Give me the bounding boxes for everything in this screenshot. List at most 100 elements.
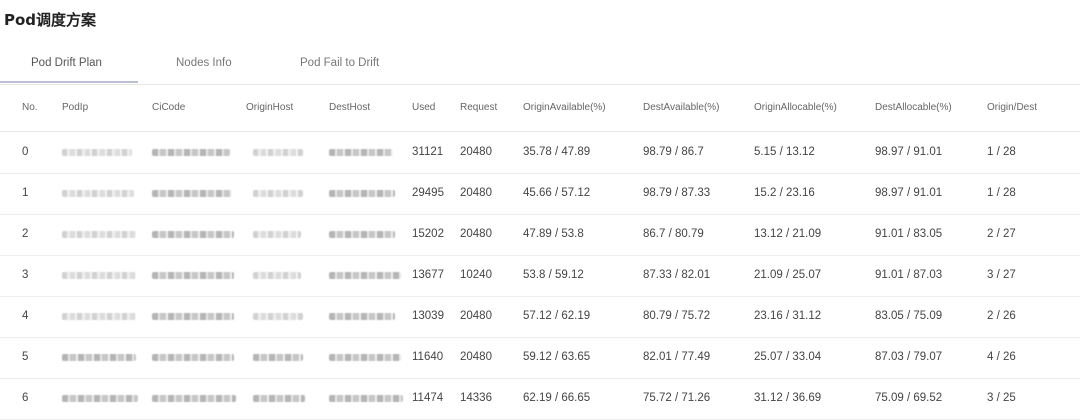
column-header-no[interactable]: No.	[22, 102, 38, 113]
cell-dest-allocable: 91.01 / 87.03	[875, 269, 943, 281]
tab-pod-drift-plan[interactable]: Pod Drift Plan	[31, 57, 102, 69]
cell-dest-allocable: 75.09 / 69.52	[875, 392, 943, 404]
column-header-dest-available[interactable]: DestAvailable(%)	[643, 102, 720, 113]
cell-origin-available: 53.8 / 59.12	[523, 269, 584, 281]
cell-request: 20480	[460, 146, 492, 158]
column-header-cicode[interactable]: CiCode	[152, 102, 185, 113]
cell-desthost-redacted	[329, 313, 395, 320]
cell-request: 14336	[460, 392, 492, 404]
cell-origin-available: 47.89 / 53.8	[523, 228, 584, 240]
cell-origin-allocable: 23.16 / 31.12	[754, 310, 822, 322]
table-row[interactable]: 2 15202 20480 47.89 / 53.8 86.7 / 80.79 …	[0, 214, 1080, 256]
cell-dest-allocable: 87.03 / 79.07	[875, 351, 943, 363]
cell-no: 5	[22, 351, 29, 363]
cell-dest-available: 75.72 / 71.26	[643, 392, 711, 404]
cell-no: 0	[22, 146, 29, 158]
cell-dest-available: 87.33 / 82.01	[643, 269, 711, 281]
cell-podip-redacted	[62, 231, 136, 238]
cell-originhost-redacted	[253, 231, 301, 238]
cell-desthost-redacted	[329, 272, 401, 279]
cell-no: 2	[22, 228, 29, 240]
cell-cicode-redacted	[152, 190, 232, 197]
cell-dest-available: 98.79 / 87.33	[643, 187, 711, 199]
cell-request: 20480	[460, 228, 492, 240]
cell-podip-redacted	[62, 149, 132, 156]
column-header-used[interactable]: Used	[412, 102, 435, 113]
cell-dest-available: 80.79 / 75.72	[643, 310, 711, 322]
column-header-originhost[interactable]: OriginHost	[246, 102, 293, 113]
cell-dest-available: 82.01 / 77.49	[643, 351, 711, 363]
column-header-request[interactable]: Request	[460, 102, 497, 113]
cell-cicode-redacted	[152, 231, 234, 238]
cell-origin-dest: 4 / 26	[987, 351, 1016, 363]
column-header-desthost[interactable]: DestHost	[329, 102, 370, 113]
cell-origin-available: 57.12 / 62.19	[523, 310, 591, 322]
cell-used: 31121	[412, 146, 444, 158]
tab-pod-fail-to-drift[interactable]: Pod Fail to Drift	[300, 57, 379, 69]
cell-dest-available: 98.79 / 86.7	[643, 146, 704, 158]
cell-desthost-redacted	[329, 354, 401, 361]
cell-used: 11474	[412, 392, 444, 404]
table-row[interactable]: 6 11474 14336 62.19 / 66.65 75.72 / 71.2…	[0, 378, 1080, 420]
cell-origin-allocable: 21.09 / 25.07	[754, 269, 822, 281]
cell-origin-allocable: 31.12 / 36.69	[754, 392, 822, 404]
cell-origin-dest: 1 / 28	[987, 146, 1016, 158]
cell-cicode-redacted	[152, 149, 230, 156]
cell-dest-allocable: 83.05 / 75.09	[875, 310, 943, 322]
cell-cicode-redacted	[152, 354, 234, 361]
cell-originhost-redacted	[253, 272, 301, 279]
cell-origin-allocable: 13.12 / 21.09	[754, 228, 822, 240]
cell-dest-available: 86.7 / 80.79	[643, 228, 704, 240]
cell-desthost-redacted	[329, 395, 403, 402]
table-row[interactable]: 3 13677 10240 53.8 / 59.12 87.33 / 82.01…	[0, 255, 1080, 297]
cell-origin-available: 62.19 / 66.65	[523, 392, 591, 404]
table-row[interactable]: 1 29495 20480 45.66 / 57.12 98.79 / 87.3…	[0, 173, 1080, 215]
cell-origin-available: 45.66 / 57.12	[523, 187, 591, 199]
cell-no: 1	[22, 187, 29, 199]
cell-cicode-redacted	[152, 272, 234, 279]
cell-originhost-redacted	[253, 149, 303, 156]
cell-request: 20480	[460, 351, 492, 363]
table-row[interactable]: 4 13039 20480 57.12 / 62.19 80.79 / 75.7…	[0, 296, 1080, 338]
cell-origin-dest: 2 / 27	[987, 228, 1016, 240]
column-header-dest-allocable[interactable]: DestAllocable(%)	[875, 102, 952, 113]
page-title: Pod调度方案	[4, 11, 97, 29]
tab-nodes-info[interactable]: Nodes Info	[176, 57, 232, 69]
column-header-origin-allocable[interactable]: OriginAllocable(%)	[754, 102, 837, 113]
cell-origin-allocable: 15.2 / 23.16	[754, 187, 815, 199]
cell-originhost-redacted	[253, 313, 303, 320]
cell-desthost-redacted	[329, 231, 395, 238]
cell-podip-redacted	[62, 190, 134, 197]
cell-cicode-redacted	[152, 395, 236, 402]
cell-podip-redacted	[62, 272, 136, 279]
table-header: No. PodIp CiCode OriginHost DestHost Use…	[0, 85, 1080, 132]
cell-dest-allocable: 98.97 / 91.01	[875, 146, 943, 158]
active-tab-indicator	[0, 81, 138, 83]
cell-origin-dest: 1 / 28	[987, 187, 1016, 199]
cell-no: 4	[22, 310, 29, 322]
cell-origin-allocable: 5.15 / 13.12	[754, 146, 815, 158]
cell-request: 20480	[460, 187, 492, 199]
cell-used: 13677	[412, 269, 444, 281]
cell-dest-allocable: 91.01 / 83.05	[875, 228, 943, 240]
column-header-podip[interactable]: PodIp	[62, 102, 88, 113]
cell-podip-redacted	[62, 354, 136, 361]
cell-podip-redacted	[62, 395, 138, 402]
column-header-origin-available[interactable]: OriginAvailable(%)	[523, 102, 606, 113]
table-row[interactable]: 5 11640 20480 59.12 / 63.65 82.01 / 77.4…	[0, 337, 1080, 379]
cell-dest-allocable: 98.97 / 91.01	[875, 187, 943, 199]
cell-originhost-redacted	[253, 190, 303, 197]
cell-cicode-redacted	[152, 313, 234, 320]
column-header-origin-dest[interactable]: Origin/Dest	[987, 102, 1037, 113]
cell-no: 6	[22, 392, 29, 404]
tab-bar: Pod Drift Plan Nodes Info Pod Fail to Dr…	[0, 48, 1080, 85]
cell-desthost-redacted	[329, 190, 395, 197]
cell-origin-available: 59.12 / 63.65	[523, 351, 591, 363]
cell-origin-dest: 3 / 25	[987, 392, 1016, 404]
cell-origin-dest: 2 / 26	[987, 310, 1016, 322]
cell-originhost-redacted	[253, 354, 303, 361]
table-row[interactable]: 0 31121 20480 35.78 / 47.89 98.79 / 86.7…	[0, 132, 1080, 174]
cell-origin-dest: 3 / 27	[987, 269, 1016, 281]
cell-used: 13039	[412, 310, 444, 322]
cell-originhost-redacted	[253, 395, 305, 402]
